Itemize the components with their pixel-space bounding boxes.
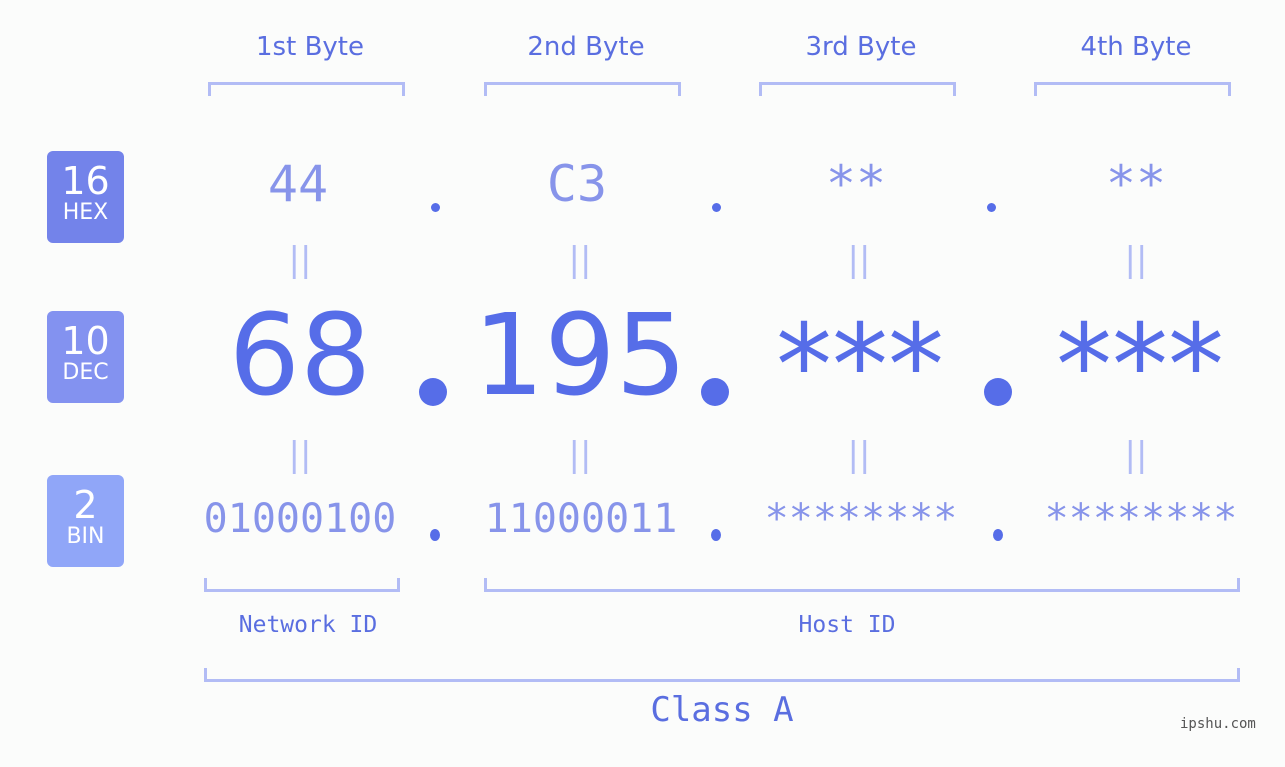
hex-byte-3: ** bbox=[825, 155, 887, 213]
equals-icon: || bbox=[568, 435, 592, 475]
equals-icon: || bbox=[288, 240, 312, 280]
bin-dot-1 bbox=[430, 529, 440, 541]
equals-icon: || bbox=[847, 240, 871, 280]
equals-icon: || bbox=[1124, 240, 1148, 280]
watermark: ipshu.com bbox=[1180, 716, 1256, 732]
dec-base: 10 bbox=[61, 319, 110, 363]
hex-byte-2: C3 bbox=[546, 155, 608, 213]
hex-byte-1: 44 bbox=[267, 155, 329, 213]
byte-3-bracket bbox=[759, 82, 956, 96]
byte-header-2: 2nd Byte bbox=[527, 32, 645, 62]
byte-header-4: 4th Byte bbox=[1080, 32, 1192, 62]
dec-dot-3 bbox=[984, 378, 1012, 406]
dec-dot-1 bbox=[419, 378, 447, 406]
class-bracket bbox=[204, 668, 1240, 682]
hex-dot-3 bbox=[987, 203, 996, 212]
hex-dot-2 bbox=[712, 203, 721, 212]
dec-byte-1: 68 bbox=[228, 291, 372, 421]
equals-icon: || bbox=[288, 435, 312, 475]
hex-base: 16 bbox=[61, 159, 110, 203]
hex-badge: 16 HEX bbox=[47, 151, 124, 243]
class-label: Class A bbox=[650, 690, 794, 730]
dec-badge: 10 DEC bbox=[47, 311, 124, 403]
dec-label: DEC bbox=[62, 360, 109, 385]
equals-icon: || bbox=[1124, 435, 1148, 475]
host-id-bracket bbox=[484, 578, 1240, 592]
byte-header-3: 3rd Byte bbox=[805, 32, 917, 62]
bin-byte-3: ******** bbox=[764, 496, 958, 542]
hex-label: HEX bbox=[62, 200, 109, 225]
byte-1-bracket bbox=[208, 82, 405, 96]
bin-badge: 2 BIN bbox=[47, 475, 124, 567]
bin-label: BIN bbox=[66, 524, 105, 549]
dec-byte-3: *** bbox=[776, 301, 944, 431]
dec-dot-2 bbox=[701, 378, 729, 406]
network-id-bracket bbox=[204, 578, 400, 592]
bin-byte-1: 01000100 bbox=[203, 496, 397, 542]
hex-byte-4: ** bbox=[1105, 155, 1167, 213]
byte-header-1: 1st Byte bbox=[256, 32, 364, 62]
byte-2-bracket bbox=[484, 82, 681, 96]
bin-dot-3 bbox=[993, 529, 1003, 541]
bin-byte-2: 11000011 bbox=[484, 496, 678, 542]
network-id-label: Network ID bbox=[238, 612, 378, 638]
byte-4-bracket bbox=[1034, 82, 1231, 96]
bin-dot-2 bbox=[711, 529, 721, 541]
dec-byte-4: *** bbox=[1056, 301, 1224, 431]
equals-icon: || bbox=[847, 435, 871, 475]
bin-base: 2 bbox=[73, 483, 98, 527]
hex-dot-1 bbox=[431, 203, 440, 212]
host-id-label: Host ID bbox=[798, 612, 896, 638]
dec-byte-2: 195 bbox=[473, 291, 687, 421]
bin-byte-4: ******** bbox=[1044, 496, 1238, 542]
equals-icon: || bbox=[568, 240, 592, 280]
